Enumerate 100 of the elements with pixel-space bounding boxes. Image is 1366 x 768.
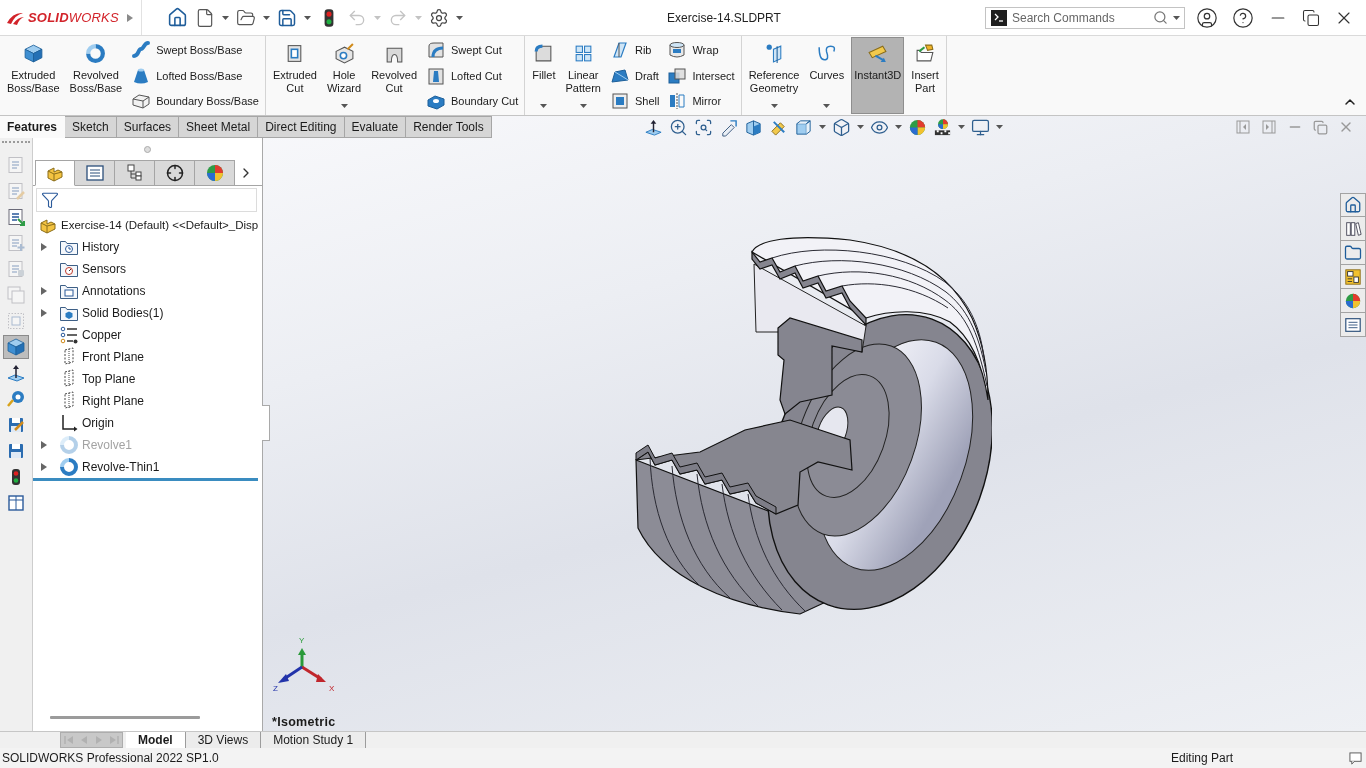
dropdown-caret-icon[interactable] (540, 104, 548, 108)
command-tab[interactable]: Sheet Metal (179, 116, 259, 138)
ribbon-command-button[interactable]: Linear Pattern (562, 37, 604, 114)
ribbon-command-button[interactable]: Shell (607, 88, 662, 114)
panel-tab[interactable] (155, 160, 195, 186)
task-pane-tab[interactable] (1340, 193, 1366, 217)
tree-item[interactable]: Exercise-14 (Default) <<Default>_Disp (33, 214, 262, 236)
ribbon-command-button[interactable]: Revolved Boss/Base (66, 37, 126, 114)
view-tab[interactable]: 3D Views (185, 732, 262, 748)
dropdown-caret-icon[interactable] (895, 125, 902, 129)
zoom-icon[interactable] (669, 117, 688, 137)
ribbon-command-button[interactable]: Boundary Boss/Base (129, 88, 261, 114)
dropdown-caret-icon[interactable] (304, 15, 311, 20)
tree-item[interactable]: Revolve-Thin1 (38, 456, 262, 478)
task-pane-tab[interactable] (1340, 289, 1366, 313)
tree-item[interactable]: Right Plane (38, 390, 262, 412)
scene-icon[interactable] (933, 117, 952, 137)
task-pane-tab[interactable] (1340, 217, 1366, 241)
ribbon-command-button[interactable]: Rib (607, 37, 662, 63)
tile-left-icon[interactable] (1235, 119, 1251, 135)
search-icon[interactable] (1153, 10, 1168, 25)
ribbon-command-button[interactable]: Reference Geometry (745, 37, 803, 114)
tree-item[interactable]: Solid Bodies(1) (38, 302, 262, 324)
search-box[interactable]: Search Commands (985, 6, 1185, 29)
user-icon[interactable] (1196, 6, 1218, 29)
ribbon-command-button[interactable]: Extruded Boss/Base (4, 37, 63, 114)
expand-arrow-icon[interactable] (41, 463, 47, 471)
dropdown-caret-icon[interactable] (456, 15, 463, 20)
view-tab[interactable]: Motion Study 1 (261, 732, 367, 748)
box-icon[interactable] (832, 117, 851, 137)
monitor-icon[interactable] (971, 117, 990, 137)
panel-tab[interactable] (115, 160, 155, 186)
dropdown-caret-icon[interactable] (857, 125, 864, 129)
dropdown-caret-icon[interactable] (823, 104, 831, 108)
help-icon[interactable] (1232, 6, 1254, 29)
section-view-icon[interactable] (744, 117, 763, 137)
ribbon-command-button[interactable]: Lofted Cut (424, 62, 521, 89)
tree-item[interactable]: History (38, 236, 262, 258)
expand-arrow-icon[interactable] (41, 287, 47, 295)
color-ball-icon[interactable] (908, 117, 927, 137)
dropdown-caret-icon[interactable] (579, 104, 587, 108)
command-tab[interactable]: Evaluate (344, 116, 407, 138)
ribbon-command-button[interactable]: Lofted Boss/Base (129, 62, 261, 89)
ribbon-command-button[interactable]: Swept Boss/Base (129, 37, 261, 63)
task-pane-tab[interactable] (1340, 313, 1366, 337)
command-tab[interactable]: Surfaces (116, 116, 180, 138)
dropdown-caret-icon[interactable] (340, 104, 348, 108)
new-document-icon[interactable] (195, 7, 215, 28)
grip-handle-icon[interactable] (144, 145, 151, 153)
dropdown-caret-icon[interactable] (819, 125, 826, 129)
tree-item[interactable]: Annotations (38, 280, 262, 302)
tree-item[interactable]: Origin (38, 412, 262, 434)
ribbon-command-button[interactable]: Wrap (665, 37, 737, 63)
ribbon-command-button[interactable]: Extruded Cut (269, 37, 320, 114)
restore-icon[interactable] (1302, 8, 1320, 27)
dropdown-caret-icon[interactable] (770, 104, 778, 108)
ruler-arrow-icon (867, 43, 889, 64)
tree-item[interactable]: Sensors (38, 258, 262, 280)
ribbon-command-button[interactable]: Hole Wizard (323, 37, 365, 114)
ribbon-command-button[interactable]: Fillet (529, 37, 559, 114)
ribbon-command-button[interactable]: Swept Cut (424, 37, 521, 63)
command-tab[interactable]: Render Tools (406, 116, 492, 138)
task-pane-tab[interactable] (1340, 265, 1366, 289)
dropdown-caret-icon[interactable] (996, 125, 1003, 129)
expand-arrow-icon[interactable] (41, 309, 47, 317)
pencil-arrow-icon[interactable] (719, 117, 738, 137)
settings-icon[interactable] (429, 7, 449, 28)
dropdown-caret-icon[interactable] (958, 125, 965, 129)
tile-right-icon[interactable] (1261, 119, 1277, 135)
search-field[interactable]: Search Commands (1012, 10, 1148, 25)
open-folder-icon[interactable] (236, 7, 256, 28)
filter-field[interactable] (36, 188, 257, 212)
ribbon-command-button[interactable]: Boundary Cut (424, 88, 521, 114)
command-tab[interactable]: Direct Editing (258, 116, 345, 138)
arrow-plane-icon[interactable] (644, 117, 663, 137)
zoom-area-icon[interactable] (694, 117, 713, 137)
ribbon-command-button[interactable]: Mirror (665, 88, 737, 114)
expand-arrow-icon[interactable] (41, 441, 47, 449)
panel-collapse-handle[interactable] (262, 405, 270, 441)
tree-item[interactable]: Front Plane (38, 346, 262, 368)
ribbon-command-button[interactable]: Instant3D (851, 37, 905, 114)
tree-item[interactable]: Top Plane (38, 368, 262, 390)
ribbon-command-button[interactable]: Intersect (665, 62, 737, 89)
view-tab[interactable]: Model (126, 732, 186, 748)
ribbon-command-button[interactable]: Curves (806, 37, 848, 114)
horizontal-scrollbar[interactable] (50, 716, 200, 719)
cube-view-icon[interactable] (794, 117, 813, 137)
task-pane-tab[interactable] (1340, 241, 1366, 265)
dropdown-caret-icon[interactable] (222, 15, 229, 20)
command-tab[interactable]: Sketch (65, 116, 117, 138)
home-icon[interactable] (167, 7, 188, 28)
dropdown-caret-icon[interactable] (263, 15, 270, 20)
save-icon[interactable] (277, 7, 297, 28)
dropdown-caret-icon[interactable] (1173, 15, 1180, 20)
expand-arrow-icon[interactable] (126, 12, 133, 23)
ribbon-command-button[interactable]: Revolved Cut (368, 37, 420, 114)
tree-item[interactable]: Copper (38, 324, 262, 346)
ribbon-command-button[interactable]: Insert Part (908, 37, 942, 114)
ribbon-command-button[interactable]: Draft (607, 62, 662, 89)
expand-arrow-icon[interactable] (41, 243, 47, 251)
